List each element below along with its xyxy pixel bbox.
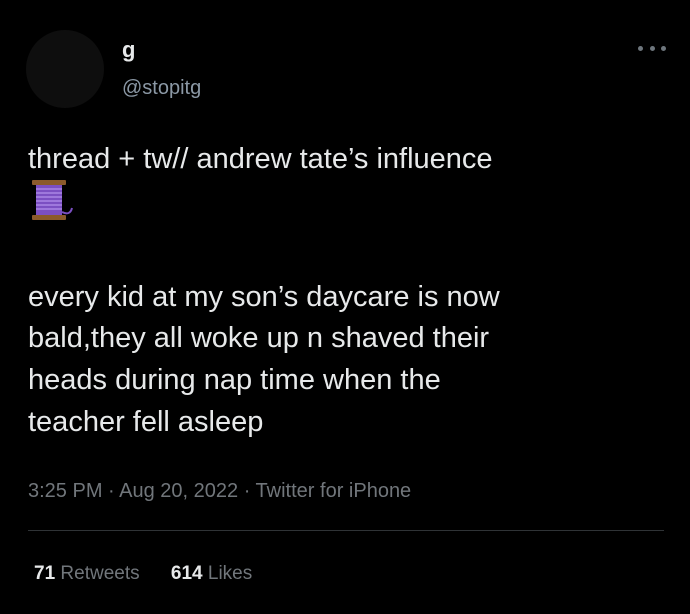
tweet-card: g @stopitg thread + tw// andrew tate’s i… xyxy=(0,0,690,614)
tweet-text-line: teacher fell asleep xyxy=(28,406,264,438)
retweets-stat[interactable]: 71 Retweets xyxy=(34,562,140,586)
tweet-text-line: heads during nap time when the xyxy=(28,364,441,396)
tweet-text-line: thread + tw// andrew tate’s influence xyxy=(28,143,493,175)
tweet-timestamp-source[interactable]: 3:25 PM · Aug 20, 2022 · Twitter for iPh… xyxy=(28,479,411,503)
likes-stat[interactable]: 614 Likes xyxy=(171,562,252,586)
author-handle[interactable]: @stopitg xyxy=(122,76,201,100)
retweets-label: Retweets xyxy=(60,563,140,584)
thread-spool-icon xyxy=(32,180,73,220)
avatar[interactable] xyxy=(26,30,104,108)
retweets-count: 71 xyxy=(34,563,56,584)
author-display-name[interactable]: g xyxy=(122,38,135,62)
more-options-icon[interactable] xyxy=(638,38,666,58)
tweet-text-line: every kid at my son’s daycare is now xyxy=(28,281,500,313)
likes-count: 614 xyxy=(170,563,203,584)
engagement-stats: 71 Retweets 614 Likes xyxy=(34,562,278,586)
likes-label: Likes xyxy=(207,563,253,584)
tweet-text-line: bald,they all woke up n shaved their xyxy=(28,322,490,354)
divider xyxy=(28,530,664,531)
